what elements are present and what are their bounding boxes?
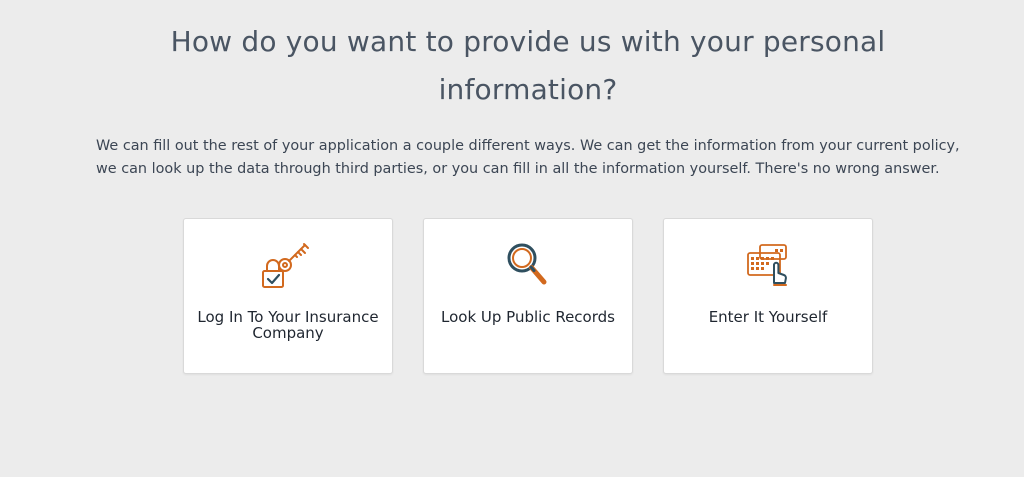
key-lock-icon xyxy=(258,239,318,295)
option-label: Look Up Public Records xyxy=(441,308,615,326)
intro-text: We can fill out the rest of your applica… xyxy=(96,138,960,177)
page-title: How do you want to provide us with your … xyxy=(170,25,886,106)
option-card-public-records[interactable]: Look Up Public Records xyxy=(423,218,633,374)
option-cards: Log In To Your Insurance Company Look Up… xyxy=(183,218,883,375)
option-card-enter-yourself[interactable]: Enter It Yourself xyxy=(663,218,873,374)
magnifying-glass-icon xyxy=(498,239,558,295)
keyboard-hand-icon xyxy=(738,239,798,295)
option-label: Enter It Yourself xyxy=(708,308,828,326)
option-label: Log In To Your Insurance Company xyxy=(197,308,379,342)
option-card-login-insurance[interactable]: Log In To Your Insurance Company xyxy=(183,218,393,374)
